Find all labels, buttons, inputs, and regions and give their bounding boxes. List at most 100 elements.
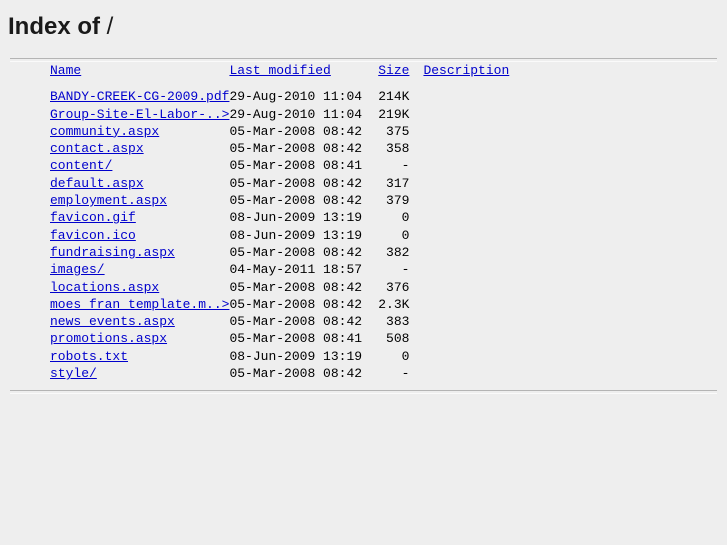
file-link[interactable]: promotions.aspx xyxy=(50,331,167,346)
column-header-last-modified: Last modified xyxy=(229,62,367,85)
file-link[interactable]: contact.aspx xyxy=(50,141,144,156)
page-title-path: / xyxy=(100,13,114,40)
cell-description xyxy=(415,261,563,278)
cell-last-modified: 29-Aug-2010 11:04 xyxy=(229,106,363,122)
table-row: favicon.ico 08-Jun-2009 13:19 0 xyxy=(8,227,563,244)
cell-size: 0 xyxy=(401,210,410,226)
cell-name: fundraising.aspx xyxy=(8,244,229,261)
table-row: content/05-Mar-2008 08:41 - xyxy=(8,157,563,174)
cell-name: default.aspx xyxy=(8,175,229,192)
file-link[interactable]: content/ xyxy=(50,158,112,173)
cell-last-modified: 08-Jun-2009 13:19 xyxy=(229,227,363,243)
cell-name: favicon.gif xyxy=(8,209,229,226)
cell-last-modified: 04-May-2011 18:57 xyxy=(229,262,363,278)
table-row: employment.aspx 05-Mar-2008 08:42 379 xyxy=(8,192,563,209)
cell-last-modified: 05-Mar-2008 08:42 xyxy=(229,244,363,260)
sort-by-description-link[interactable]: Description xyxy=(423,63,509,78)
column-header-description: Description xyxy=(415,62,563,85)
cell-last-modified: 05-Mar-2008 08:42 xyxy=(229,193,363,209)
file-link[interactable]: favicon.gif xyxy=(50,210,136,225)
cell-last-modified: 05-Mar-2008 08:41 xyxy=(229,158,363,174)
cell-description xyxy=(415,227,563,244)
bottom-divider xyxy=(10,390,717,395)
cell-size: 214K xyxy=(378,89,410,105)
cell-size: 358 xyxy=(386,141,410,157)
column-header-name: Name xyxy=(8,62,229,85)
cell-last-modified: 05-Mar-2008 08:42 xyxy=(229,123,363,139)
cell-name: style/ xyxy=(8,365,229,382)
file-link[interactable]: robots.txt xyxy=(50,349,128,364)
cell-last-modified: 05-Mar-2008 08:41 xyxy=(229,331,363,347)
cell-description xyxy=(415,192,563,209)
table-row: BANDY-CREEK-CG-2009.pdf 29-Aug-2010 11:04… xyxy=(8,85,563,105)
cell-size: - xyxy=(401,262,410,278)
sort-by-last-modified-link[interactable]: Last modified xyxy=(229,63,330,78)
sort-by-size-link[interactable]: Size xyxy=(378,63,409,78)
cell-last-modified: 08-Jun-2009 13:19 xyxy=(229,210,363,226)
table-header: Name Last modified Size Description xyxy=(8,62,563,85)
file-link[interactable]: Group-Site-El-Labor-..> xyxy=(50,107,229,122)
cell-description xyxy=(415,330,563,347)
cell-name: Group-Site-El-Labor-..> xyxy=(8,106,229,123)
cell-description xyxy=(415,279,563,296)
cell-last-modified: 05-Mar-2008 08:42 xyxy=(229,314,363,330)
cell-last-modified: 05-Mar-2008 08:42 xyxy=(229,296,363,312)
file-link[interactable]: default.aspx xyxy=(50,176,144,191)
cell-size: 376 xyxy=(386,279,410,295)
cell-description xyxy=(415,296,563,313)
page-title: Index of / xyxy=(0,0,727,41)
page-title-text: Index of xyxy=(8,13,101,40)
table-row: images/04-May-2011 18:57 - xyxy=(8,261,563,278)
cell-name: BANDY-CREEK-CG-2009.pdf xyxy=(8,85,229,105)
file-link[interactable]: fundraising.aspx xyxy=(50,245,175,260)
cell-name: contact.aspx xyxy=(8,140,229,157)
sort-by-name-link[interactable]: Name xyxy=(50,63,81,78)
table-row: locations.aspx 05-Mar-2008 08:42 376 xyxy=(8,279,563,296)
cell-name: locations.aspx xyxy=(8,279,229,296)
table-row: fundraising.aspx 05-Mar-2008 08:42 382 xyxy=(8,244,563,261)
cell-size: - xyxy=(401,158,410,174)
file-link[interactable]: news_events.aspx xyxy=(50,314,175,329)
cell-name: promotions.aspx xyxy=(8,330,229,347)
directory-listing: Name Last modified Size Description BAND… xyxy=(0,62,727,382)
table-row: robots.txt 08-Jun-2009 13:19 0 xyxy=(8,348,563,365)
table-row: promotions.aspx 05-Mar-2008 08:41 508 xyxy=(8,330,563,347)
file-link[interactable]: community.aspx xyxy=(50,124,159,139)
table-row: favicon.gif 08-Jun-2009 13:19 0 xyxy=(8,209,563,226)
cell-name: moes_fran_template.m..> xyxy=(8,296,229,313)
file-link[interactable]: moes_fran_template.m..> xyxy=(50,297,229,312)
cell-description xyxy=(415,123,563,140)
table-row: default.aspx 05-Mar-2008 08:42 317 xyxy=(8,175,563,192)
cell-description xyxy=(415,85,563,105)
cell-description xyxy=(415,244,563,261)
file-link[interactable]: favicon.ico xyxy=(50,228,136,243)
file-link[interactable]: style/ xyxy=(50,366,97,381)
file-link[interactable]: employment.aspx xyxy=(50,193,167,208)
cell-description xyxy=(415,365,563,382)
table-row: Group-Site-El-Labor-..> 29-Aug-2010 11:04… xyxy=(8,106,563,123)
cell-last-modified: 08-Jun-2009 13:19 xyxy=(229,348,363,364)
file-link[interactable]: BANDY-CREEK-CG-2009.pdf xyxy=(50,89,229,104)
cell-description xyxy=(415,175,563,192)
file-link[interactable]: locations.aspx xyxy=(50,280,159,295)
table-row: community.aspx 05-Mar-2008 08:42 375 xyxy=(8,123,563,140)
cell-size: 0 xyxy=(401,348,410,364)
cell-name: favicon.ico xyxy=(8,227,229,244)
table-row: moes_fran_template.m..> 05-Mar-2008 08:42… xyxy=(8,296,563,313)
cell-name: community.aspx xyxy=(8,123,229,140)
cell-size: 383 xyxy=(386,314,410,330)
directory-listing-table: Name Last modified Size Description BAND… xyxy=(8,62,563,382)
cell-size: 508 xyxy=(386,331,410,347)
cell-last-modified: 05-Mar-2008 08:42 xyxy=(229,366,363,382)
cell-name: robots.txt xyxy=(8,348,229,365)
cell-description xyxy=(415,157,563,174)
cell-name: content/ xyxy=(8,157,229,174)
table-header-row: Name Last modified Size Description xyxy=(8,62,563,85)
cell-name: images/ xyxy=(8,261,229,278)
file-link[interactable]: images/ xyxy=(50,262,105,277)
table-row: style/05-Mar-2008 08:42 - xyxy=(8,365,563,382)
cell-description xyxy=(415,348,563,365)
cell-size: 2.3K xyxy=(378,296,410,312)
cell-description xyxy=(415,209,563,226)
cell-name: news_events.aspx xyxy=(8,313,229,330)
